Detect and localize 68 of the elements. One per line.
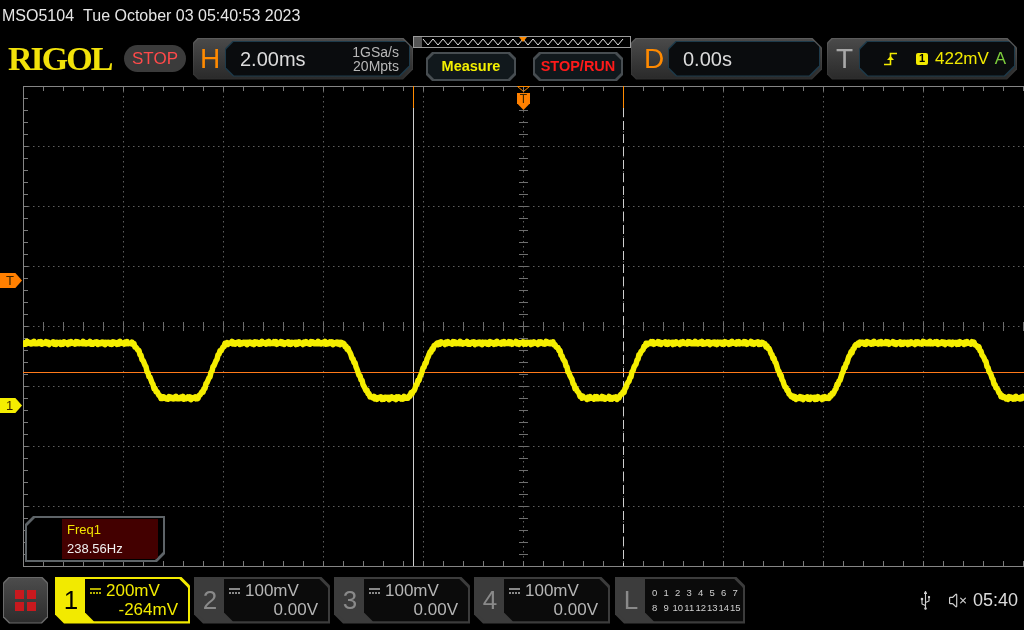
logic-bit-label: 6 bbox=[720, 587, 728, 598]
channel-panel[interactable]: 4 100mV 0.00V bbox=[474, 576, 610, 624]
logic-bit-label: 9 bbox=[662, 602, 670, 613]
measurement-frame[interactable]: Freq1 238.56Hz bbox=[25, 516, 165, 562]
delay-panel[interactable]: D 0.00s bbox=[631, 37, 822, 80]
channel-panel[interactable]: 1 200mV -264mV bbox=[55, 576, 190, 624]
dc-coupling-icon bbox=[369, 587, 380, 594]
model-name: MSO5104 bbox=[2, 5, 75, 26]
logic-bit-label: 10 bbox=[672, 602, 684, 613]
memory-depth-value: 20Mpts bbox=[353, 58, 399, 73]
logic-bit-label: 8 bbox=[651, 602, 659, 613]
measure-button[interactable]: Measure bbox=[426, 52, 516, 81]
channel-marker[interactable]: 1 bbox=[0, 398, 22, 413]
trigger-level-marker[interactable]: T bbox=[0, 273, 22, 288]
channel-offset-value: 0.00V bbox=[413, 600, 458, 619]
channel-offset-value: 0.00V bbox=[553, 600, 598, 619]
horizontal-label: H bbox=[200, 44, 220, 73]
dc-coupling-icon bbox=[90, 587, 101, 594]
trigger-position-marker[interactable]: T bbox=[517, 93, 530, 110]
trigger-source-badge: 1 bbox=[916, 52, 928, 65]
channel-scale-value: 100mV bbox=[385, 581, 439, 600]
logic-bit-label: 13 bbox=[706, 602, 718, 613]
delay-value: 0.00s bbox=[683, 46, 732, 72]
channel-scale-value: 200mV bbox=[106, 581, 160, 600]
logic-bit-label: 1 bbox=[662, 587, 670, 598]
logic-bit-label: 14 bbox=[718, 602, 730, 613]
logic-bit-label: 5 bbox=[708, 587, 716, 598]
dc-coupling-icon bbox=[509, 587, 520, 594]
channel-number: 3 bbox=[341, 584, 359, 617]
logic-bit-label: 4 bbox=[697, 587, 705, 598]
logic-panel[interactable]: L 0 1 2 3 4 5 6 7 8 9 10 11 1213 1415 bbox=[615, 576, 745, 624]
logic-bit-label: 12 bbox=[695, 602, 707, 613]
dc-coupling-icon bbox=[229, 587, 240, 594]
channel-offset-value: 0.00V bbox=[273, 600, 318, 619]
trigger-panel[interactable]: T 1 422mV A bbox=[827, 37, 1017, 80]
timebase-value: 2.00ms bbox=[240, 46, 306, 72]
sample-rate-value: 1GSa/s bbox=[352, 44, 399, 59]
logic-bit-label: 7 bbox=[731, 587, 739, 598]
brand-logo: RIGOL bbox=[8, 41, 113, 76]
channel-number: 2 bbox=[201, 584, 219, 617]
measurement-name: Freq1 bbox=[67, 521, 102, 539]
logic-bit-label: 11 bbox=[683, 602, 695, 613]
menu-button[interactable] bbox=[3, 576, 48, 624]
logic-label: L bbox=[622, 584, 640, 617]
trigger-point-icon bbox=[517, 86, 530, 92]
stop-run-button[interactable]: STOP/RUN bbox=[533, 52, 623, 81]
date-time: Tue October 03 05:40:53 2023 bbox=[83, 5, 301, 26]
delay-label: D bbox=[644, 44, 664, 73]
channel-offset-value: -264mV bbox=[118, 600, 178, 619]
horizontal-panel[interactable]: H 2.00ms 1GSa/s 20Mpts bbox=[193, 37, 413, 80]
measurement-value: 238.56Hz bbox=[67, 540, 124, 558]
trigger-mode-value: A bbox=[994, 47, 1006, 70]
channel-panel[interactable]: 2 100mV 0.00V bbox=[194, 576, 330, 624]
logic-bit-label: 15 bbox=[729, 602, 741, 613]
logic-bit-label: 2 bbox=[674, 587, 682, 598]
trigger-label: T bbox=[836, 44, 854, 73]
channel-panel[interactable]: 3 100mV 0.00V bbox=[334, 576, 470, 624]
channel-scale-value: 100mV bbox=[245, 581, 299, 600]
logic-bit-label: 0 bbox=[651, 587, 659, 598]
trigger-level-value: 422mV bbox=[935, 47, 989, 70]
channel-number: 4 bbox=[481, 584, 499, 617]
rising-edge-icon bbox=[884, 51, 897, 66]
run-status-indicator: STOP bbox=[124, 45, 186, 72]
channel-scale-value: 100mV bbox=[525, 581, 579, 600]
clock-time: 05:40 bbox=[972, 588, 1018, 612]
logic-bit-label: 3 bbox=[685, 587, 693, 598]
channel-number: 1 bbox=[62, 584, 80, 617]
grid-icon bbox=[15, 589, 36, 611]
